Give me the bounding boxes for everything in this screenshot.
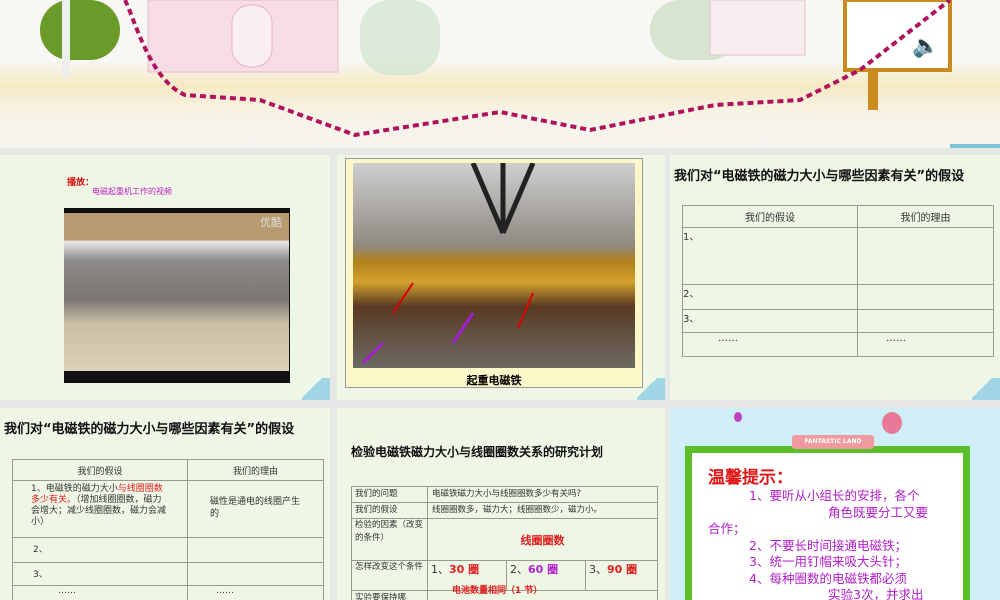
table-cell — [857, 309, 994, 333]
video-player[interactable]: 优酷 — [64, 208, 290, 383]
row-value: 电磁铁磁力大小与线圈圈数多少有关吗? — [427, 486, 658, 503]
tip-line: 角色既要分工又要 — [828, 504, 929, 520]
slide-thumbnail-photo[interactable]: 起重电磁铁 — [337, 155, 665, 400]
table-cell: …… — [857, 332, 994, 357]
hypothesis-table: 我们的假设 我们的理由 1、 2、 3、 ………… — [682, 205, 994, 357]
banner-logo: FANTASTIC LAND — [792, 435, 874, 449]
table-cell — [857, 227, 994, 285]
option-value: 60 圈 — [528, 563, 559, 576]
tip-line: 1、要听从小组长的安排，各个 — [749, 488, 920, 503]
scene-illustration — [40, 0, 952, 138]
header-reason: 我们的理由 — [857, 205, 994, 228]
corner-decoration — [637, 378, 665, 400]
table-cell: 3、 — [12, 562, 188, 586]
slide-thumbnail-video[interactable]: 播放： 电磁起重机工作的视频 优酷 — [0, 155, 330, 400]
table-cell: 1、 — [682, 227, 858, 285]
option-number: 2、 — [510, 563, 528, 576]
tip-line: 4、每种圈数的电磁铁都必须 — [749, 570, 907, 586]
table-cell: 3、 — [682, 309, 858, 333]
slide-thumbnail-top[interactable]: 🔈 — [0, 0, 1000, 148]
watermark: 优酷 — [260, 216, 282, 229]
video-caption: 电磁起重机工作的视频 — [92, 187, 172, 196]
table-cell — [857, 284, 994, 310]
option-number: 1、 — [431, 563, 449, 576]
row-label: 实验要保持哪 — [351, 590, 428, 600]
slide-title: 我们对“电磁铁的磁力大小与哪些因素有关”的假设 — [4, 422, 295, 437]
corner-decoration — [302, 378, 330, 400]
hypothesis-table: 我们的假设 我们的理由 1、电磁铁的磁力大小与线圈圈数多少有关。（增加线圈圈数，磁… — [12, 459, 324, 600]
photo-caption: 起重电磁铁 — [466, 374, 522, 387]
row-value: 线圈圈数 — [427, 518, 658, 561]
slide-title: 我们对“电磁铁的磁力大小与哪些因素有关”的假设 — [674, 169, 965, 184]
row-value: 线圈圈数多，磁力大；线圈圈数少，磁力小。 — [427, 502, 658, 519]
electromagnet-photo — [353, 162, 635, 368]
corner-decoration — [972, 378, 1000, 400]
table-cell: …… — [12, 585, 188, 600]
tips-title: 温馨提示： — [708, 468, 793, 488]
hypothesis-text: 1、电磁铁的磁力大小 — [31, 484, 118, 494]
speaker-icon[interactable]: 🔈 — [912, 34, 939, 59]
tip-line: 2、不要长时间接通电磁铁； — [749, 537, 907, 553]
header-hypothesis: 我们的假设 — [682, 205, 858, 228]
row-label: 我们的假设 — [351, 502, 428, 519]
header-hypothesis: 我们的假设 — [12, 459, 188, 481]
table-cell: 2、 — [12, 537, 188, 563]
tip-line: 合作； — [708, 521, 746, 536]
tip-line: 实验3次，并求出 — [828, 587, 924, 600]
header-reason: 我们的理由 — [187, 459, 324, 481]
balloon-icon — [882, 412, 902, 434]
table-cell: 2、 — [682, 284, 858, 310]
table-cell: …… — [187, 585, 324, 600]
slide-thumbnail-research-plan[interactable]: 检验电磁铁磁力大小与线圈圈数关系的研究计划 我们的问题 电磁铁磁力大小与线圈圈数多… — [337, 408, 665, 600]
option-value: 90 圈 — [607, 563, 638, 576]
option-number: 3、 — [589, 563, 607, 576]
slide-thumbnail-tips[interactable]: FANTASTIC LAND 温馨提示： 1、要听从小组长的安排，各个 角色既要… — [670, 408, 1000, 600]
slide-title: 检验电磁铁磁力大小与线圈圈数关系的研究计划 — [351, 445, 604, 459]
slide-thumbnail-hypothesis-filled[interactable]: 我们对“电磁铁的磁力大小与哪些因素有关”的假设 我们的假设 我们的理由 1、电磁铁… — [0, 408, 330, 600]
row-label: 我们的问题 — [351, 486, 428, 503]
table-cell: …… — [682, 332, 858, 357]
row-label: 怎样改变这个条件 — [351, 560, 428, 591]
option-value: 30 圈 — [449, 563, 480, 576]
tips-list: 1、要听从小组长的安排，各个 角色既要分工又要 合作； 2、不要长时间接通电磁铁… — [708, 488, 958, 600]
same-battery-note: 电池数量相同（1 节） — [452, 586, 543, 596]
reason-text: 磁性是通电的线圈产生的 — [187, 480, 324, 538]
tip-line: 3、统一用钉帽来吸大头针； — [749, 554, 907, 569]
accent-bar — [950, 144, 1000, 148]
slide-thumbnail-hypothesis-table[interactable]: 我们对“电磁铁的磁力大小与哪些因素有关”的假设 我们的假设 我们的理由 1、 2、… — [670, 155, 1000, 400]
balloon-icon — [734, 412, 742, 422]
row-label: 检验的因素（改变的条件） — [351, 518, 428, 561]
